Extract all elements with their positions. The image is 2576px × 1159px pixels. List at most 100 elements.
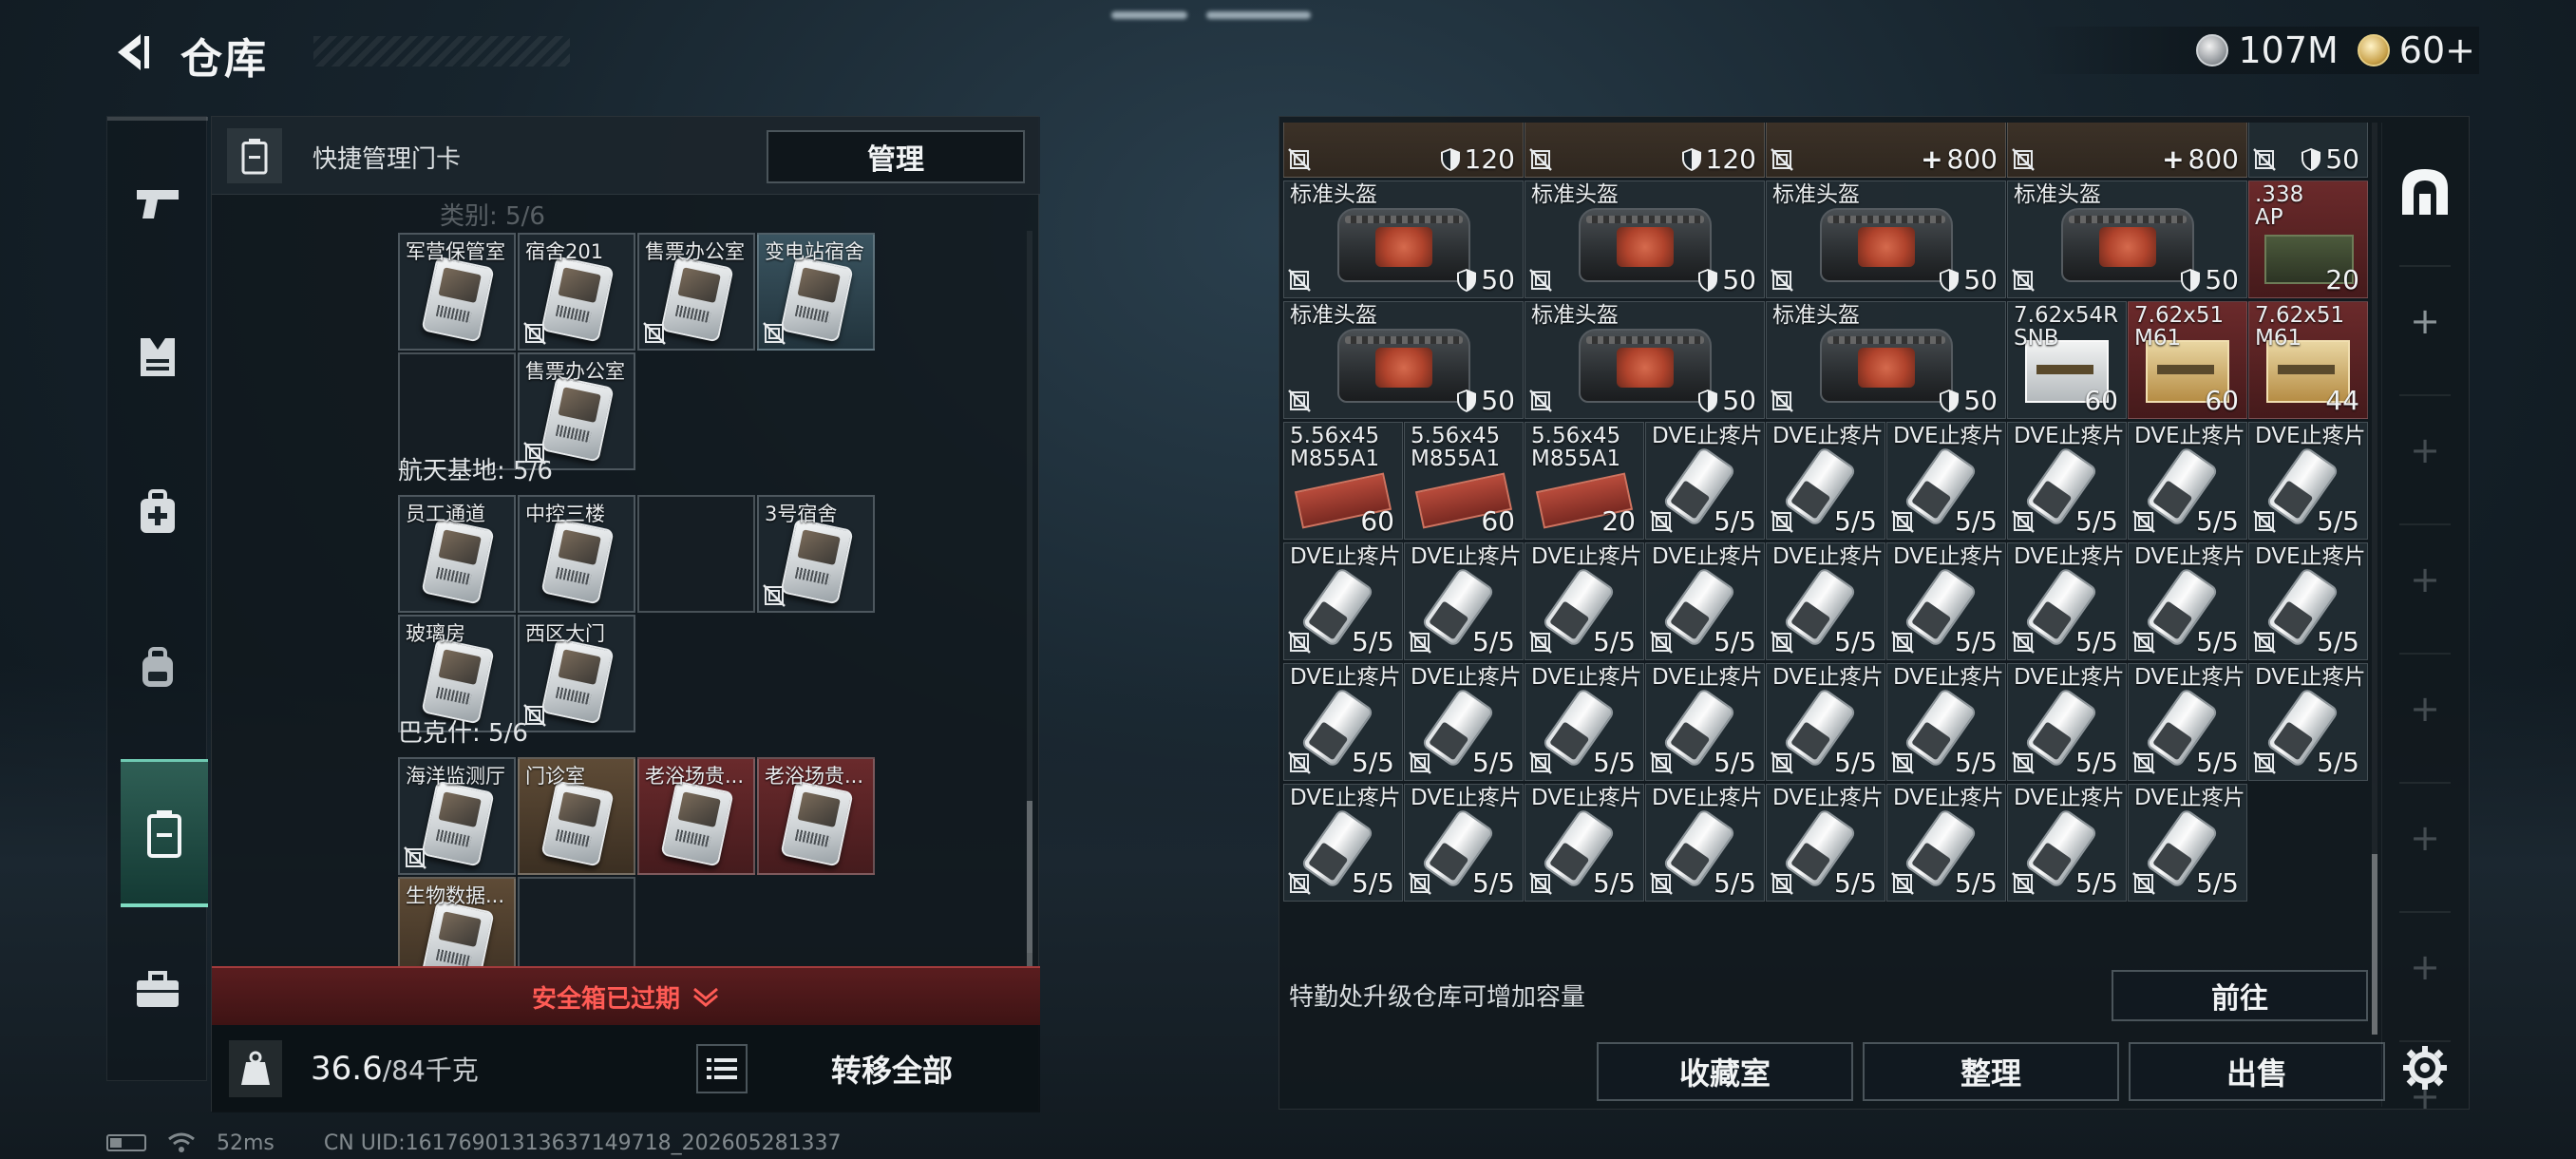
item-quantity-value: 5/5 [1713, 626, 1756, 657]
rail-tab-backpack[interactable] [121, 630, 195, 704]
inventory-item[interactable]: DVE止疼片 5/5 [1525, 784, 1644, 902]
inventory-item[interactable]: DVE止疼片 5/5 [1886, 784, 2006, 902]
inventory-item[interactable]: .338 AP 20 [2248, 180, 2368, 298]
inventory-item[interactable]: 标准头盔 50 [1525, 180, 1765, 298]
inventory-item[interactable]: DVE止疼片 5/5 [1404, 663, 1524, 781]
inventory-item[interactable]: 7.62x51 M61 60 [2128, 301, 2247, 419]
inventory-item[interactable]: DVE止疼片 5/5 [1283, 663, 1403, 781]
inventory-item[interactable]: 标准头盔 50 [1766, 301, 2006, 419]
sort-button[interactable]: 整理 [1863, 1042, 2119, 1101]
inventory-item[interactable]: 标准头盔 50 [1525, 301, 1765, 419]
keycard-slot[interactable]: 军营保管室 [398, 233, 516, 351]
storage-tab[interactable]: + [2392, 288, 2458, 354]
inventory-item[interactable]: DVE止疼片 5/5 [1525, 663, 1644, 781]
keycard-slot[interactable]: 生物数据... [398, 877, 516, 966]
keycard-slot[interactable]: 售票办公室 [637, 233, 755, 351]
inventory-item[interactable]: DVE止疼片 5/5 [2248, 663, 2368, 781]
scrollbar-thumb[interactable] [2372, 854, 2377, 1035]
inventory-item[interactable]: DVE止疼片 5/5 [1645, 542, 1765, 660]
storage-tab[interactable]: + [2392, 417, 2458, 484]
keycard-slot[interactable]: 老浴场贵... [637, 757, 755, 875]
upgrade-tip: 特勤处升级仓库可增加容量 [1289, 983, 1586, 1012]
item-quantity: 50 [2180, 264, 2239, 295]
inventory-item[interactable]: DVE止疼片 5/5 [1766, 422, 1885, 540]
inventory-item[interactable]: DVE止疼片 5/5 [1766, 663, 1885, 781]
keycard-scrollbar[interactable] [1027, 231, 1032, 972]
inventory-item[interactable]: 标准头盔 50 [2007, 180, 2247, 298]
inventory-item[interactable]: DVE止疼片 5/5 [1283, 784, 1403, 902]
inventory-item[interactable]: +800 [2007, 123, 2247, 178]
inventory-item[interactable]: 120 [1525, 123, 1765, 178]
manage-button[interactable]: 管理 [767, 130, 1025, 183]
inventory-item[interactable]: DVE止疼片 5/5 [1404, 784, 1524, 902]
collection-room-button[interactable]: 收藏室 [1597, 1042, 1853, 1101]
storage-tab[interactable]: + [2392, 675, 2458, 742]
scrollbar-thumb[interactable] [1027, 801, 1032, 972]
inventory-item[interactable]: DVE止疼片 5/5 [1886, 542, 2006, 660]
gold-currency[interactable]: 60+ [2357, 29, 2475, 71]
inventory-item[interactable]: DVE止疼片 5/5 [2248, 422, 2368, 540]
inventory-item[interactable]: DVE止疼片 5/5 [1404, 542, 1524, 660]
inventory-item[interactable]: DVE止疼片 5/5 [1645, 663, 1765, 781]
inventory-item[interactable]: DVE止疼片 5/5 [1645, 784, 1765, 902]
inventory-item[interactable]: DVE止疼片 5/5 [2007, 542, 2127, 660]
rail-tab-medical[interactable] [121, 476, 195, 550]
keycard-slot[interactable]: 变电站宿舍 [757, 233, 875, 351]
sell-button[interactable]: 出售 [2129, 1042, 2385, 1101]
transfer-all-button[interactable]: 转移全部 [778, 1044, 1006, 1093]
rail-tab-weapons[interactable] [121, 166, 195, 240]
inventory-item[interactable]: 标准头盔 50 [1283, 180, 1524, 298]
inventory-item[interactable]: 5.56x45 M855A1 60 [1283, 422, 1403, 540]
rail-tab-armor[interactable] [121, 320, 195, 394]
warehouse-grid[interactable]: 120 120 +800 +800 50 标准头盔 50 标准头盔 50 标准头盔 50 标准头盔 50… [1283, 123, 2372, 955]
inventory-item[interactable]: DVE止疼片 5/5 [1525, 542, 1644, 660]
keycard-list[interactable]: 军营保管室 宿舍201 售票办公室 变电站宿舍 售票办公室 航天基地: 5/6 员工通道 中控… [212, 195, 1040, 966]
inventory-item[interactable]: 5.56x45 M855A1 60 [1404, 422, 1524, 540]
inventory-item[interactable]: DVE止疼片 5/5 [2128, 784, 2247, 902]
inventory-item[interactable]: 50 [2248, 123, 2368, 178]
inventory-item[interactable]: DVE止疼片 5/5 [2248, 542, 2368, 660]
inventory-item[interactable]: 7.62x51 M61 44 [2248, 301, 2368, 419]
storage-tab[interactable]: + [2392, 934, 2458, 1000]
keycard-slot[interactable]: 员工通道 [398, 495, 516, 613]
inventory-item[interactable]: DVE止疼片 5/5 [2007, 422, 2127, 540]
keycard-slot[interactable]: 海洋监测厅 [398, 757, 516, 875]
inventory-item[interactable]: DVE止疼片 5/5 [2128, 663, 2247, 781]
storage-tab[interactable]: + [2392, 546, 2458, 613]
item-name: DVE止疼片 [2134, 786, 2245, 810]
inventory-item[interactable]: DVE止疼片 5/5 [1283, 542, 1403, 660]
inventory-item[interactable]: 120 [1283, 123, 1524, 178]
keycard-slot[interactable]: 西区大门 [518, 615, 635, 732]
item-quantity: 5/5 [1834, 867, 1877, 899]
rail-tab-keycards[interactable] [121, 759, 208, 907]
inventory-item[interactable]: DVE止疼片 5/5 [1766, 542, 1885, 660]
inventory-item[interactable]: DVE止疼片 5/5 [2128, 422, 2247, 540]
inventory-item[interactable]: 7.62x54R SNB 60 [2007, 301, 2127, 419]
silver-currency[interactable]: 107M [2196, 29, 2339, 71]
storage-tab[interactable]: + [2392, 805, 2458, 871]
keycard-slot[interactable]: 老浴场贵... [757, 757, 875, 875]
storage-tab[interactable] [2392, 159, 2458, 225]
inventory-item[interactable]: DVE止疼片 5/5 [1766, 784, 1885, 902]
inventory-item[interactable]: 5.56x45 M855A1 20 [1525, 422, 1644, 540]
goto-button[interactable]: 前往 [2112, 970, 2368, 1021]
rail-tab-toolbox[interactable] [121, 953, 195, 1027]
back-button[interactable] [106, 27, 158, 78]
settings-button[interactable] [2392, 1035, 2458, 1101]
keycard-slot[interactable]: 3号宿舍 [757, 495, 875, 613]
inventory-item[interactable]: DVE止疼片 5/5 [2007, 784, 2127, 902]
keycard-slot[interactable]: 门诊室 [518, 757, 635, 875]
keycard-slot[interactable]: 宿舍201 [518, 233, 635, 351]
inventory-item[interactable]: 标准头盔 50 [1283, 301, 1524, 419]
warehouse-scrollbar[interactable] [2372, 123, 2377, 1035]
list-view-button[interactable] [696, 1044, 748, 1093]
inventory-item[interactable]: DVE止疼片 5/5 [1886, 663, 2006, 781]
keycard-slot[interactable]: 中控三楼 [518, 495, 635, 613]
safebox-expired-banner[interactable]: 安全箱已过期 [212, 966, 1040, 1025]
inventory-item[interactable]: DVE止疼片 5/5 [2128, 542, 2247, 660]
inventory-item[interactable]: DVE止疼片 5/5 [2007, 663, 2127, 781]
inventory-item[interactable]: 标准头盔 50 [1766, 180, 2006, 298]
inventory-item[interactable]: DVE止疼片 5/5 [1886, 422, 2006, 540]
inventory-item[interactable]: +800 [1766, 123, 2006, 178]
inventory-item[interactable]: DVE止疼片 5/5 [1645, 422, 1765, 540]
